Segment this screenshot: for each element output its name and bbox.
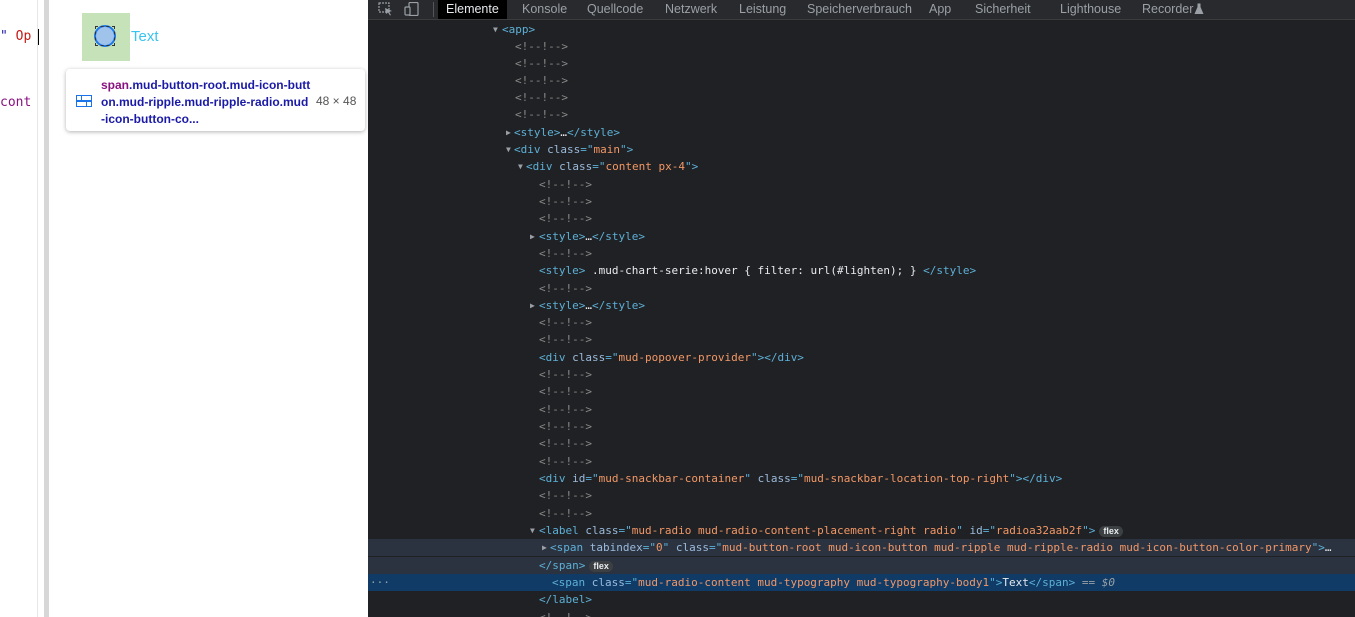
dom-node-content[interactable]: ▼ <div class="content px-4"> [368, 158, 1355, 175]
comment-text: <!--!--> [539, 385, 592, 398]
comment-text: <!--!--> [539, 455, 592, 468]
dom-comment[interactable]: <!--!--> [368, 38, 1355, 55]
toolbar-separator [433, 2, 434, 17]
tab-recorder[interactable]: Recorder [1142, 0, 1193, 19]
tab-netzwerk[interactable]: Netzwerk [665, 0, 717, 19]
comment-text: <!--!--> [539, 403, 592, 416]
experimental-flask-icon [1194, 3, 1204, 14]
dom-comment[interactable]: <!--!--> [368, 245, 1355, 262]
comment-text: <!--!--> [539, 420, 592, 433]
flex-badge[interactable]: flex [589, 560, 613, 572]
dom-node-label-close[interactable]: </label> [368, 591, 1355, 608]
inspect-tooltip: span.mud-button-root.mud-icon-button.mud… [66, 69, 365, 131]
comment-text: <!--!--> [539, 368, 592, 381]
dom-node-span-button[interactable]: ▶ <span tabindex="0" class="mud-button-r… [368, 539, 1355, 556]
dom-comment[interactable]: <!--!--> [368, 176, 1355, 193]
comment-text: <!--!--> [539, 247, 592, 260]
expand-triangle-icon[interactable]: ▼ [493, 21, 498, 38]
comment-text: <!--!--> [515, 57, 568, 70]
expand-triangle-icon[interactable]: ▼ [518, 158, 523, 175]
dom-comment[interactable]: <!--!--> [368, 331, 1355, 348]
dom-node-style[interactable]: ▶ <style>…</style> [368, 297, 1355, 314]
tab-konsole[interactable]: Konsole [522, 0, 567, 19]
more-options-icon[interactable]: ··· [370, 574, 390, 591]
radio-label[interactable]: Text [131, 28, 159, 45]
collapse-triangle-icon[interactable]: ▶ [530, 228, 535, 245]
comment-text: <!--!--> [539, 316, 592, 329]
dom-node-label[interactable]: ▼ <label class="mud-radio mud-radio-cont… [368, 522, 1355, 539]
comment-text: <!--!--> [539, 489, 592, 502]
comment-text: <!--!--> [515, 40, 568, 53]
dom-comment[interactable]: <!--!--> [368, 314, 1355, 331]
dom-comment[interactable]: <!--!--> [368, 487, 1355, 504]
dom-comment[interactable]: <!--!--> [368, 280, 1355, 297]
collapse-triangle-icon[interactable]: ▶ [506, 124, 511, 141]
dom-node-style[interactable]: ▶ <style>…</style> [368, 124, 1355, 141]
radio-focus-outline [95, 26, 115, 46]
dom-comment[interactable]: <!--!--> [368, 401, 1355, 418]
dom-node-span-close[interactable]: </span> flex [368, 557, 1355, 574]
comment-text: <!--!--> [515, 91, 568, 104]
dom-comment[interactable]: <!--!--> [368, 435, 1355, 452]
comment-text: <!--!--> [539, 609, 592, 617]
collapse-triangle-icon[interactable]: ▶ [530, 297, 535, 314]
comment-text: <!--!--> [539, 212, 592, 225]
dom-node-popover-provider[interactable]: <div class="mud-popover-provider"></div> [368, 349, 1355, 366]
tab-elemente[interactable]: Elemente [438, 0, 507, 19]
comment-text: <!--!--> [539, 437, 592, 450]
dom-comment[interactable]: <!--!--> [368, 505, 1355, 522]
collapse-triangle-icon[interactable]: ▶ [542, 539, 547, 556]
device-toolbar-icon[interactable] [404, 2, 420, 16]
comment-text: <!--!--> [539, 507, 592, 520]
dom-node-style-inline[interactable]: <style> .mud-chart-serie:hover { filter:… [368, 262, 1355, 279]
dom-comment[interactable]: <!--!--> [368, 418, 1355, 435]
dom-comment[interactable]: <!--!--> [368, 89, 1355, 106]
dom-comment[interactable]: <!--!--> [368, 383, 1355, 400]
expand-triangle-icon[interactable]: ▼ [530, 522, 535, 539]
panel-splitter[interactable] [44, 0, 49, 617]
dom-comment[interactable]: <!--!--> [368, 106, 1355, 123]
tab-leistung[interactable]: Leistung [739, 0, 786, 19]
devtools-panel: Elemente Konsole Quellcode Netzwerk Leis… [368, 0, 1355, 617]
comment-text: <!--!--> [539, 195, 592, 208]
dom-comment[interactable]: <!--!--> [368, 366, 1355, 383]
tooltip-selector: span.mud-button-root.mud-icon-button.mud… [101, 78, 311, 126]
dom-comment[interactable]: <!--!--> [368, 210, 1355, 227]
dom-node-snackbar[interactable]: <div id="mud-snackbar-container" class="… [368, 470, 1355, 487]
page-preview: " Op cont Text span.mud-button-root.mud-… [0, 0, 368, 617]
dom-comment[interactable]: <!--!--> [368, 453, 1355, 470]
devtools-toolbar: Elemente Konsole Quellcode Netzwerk Leis… [368, 0, 1355, 20]
dom-node-style[interactable]: ▶ <style>…</style> [368, 228, 1355, 245]
comment-text: <!--!--> [539, 282, 592, 295]
dom-node-span-content-selected[interactable]: ··· <span class="mud-radio-content mud-t… [368, 574, 1355, 591]
dom-comment[interactable]: <!--!--> [368, 609, 1355, 617]
tab-quellcode[interactable]: Quellcode [587, 0, 643, 19]
dom-tag: <app> [502, 23, 536, 36]
flex-badge[interactable]: flex [1099, 525, 1123, 537]
dom-tree: ▼ <app> <!--!--> <!--!--> <!--!--> <!--!… [368, 20, 1355, 617]
tab-app[interactable]: App [929, 0, 951, 19]
comment-text: <!--!--> [539, 178, 592, 191]
expand-triangle-icon[interactable]: ▼ [506, 141, 511, 158]
tab-speicherverbrauch[interactable]: Speicherverbrauch [807, 0, 912, 19]
dom-node-main[interactable]: ▼ <div class="main"> [368, 141, 1355, 158]
editor-divider [37, 0, 38, 617]
code-line-2: cont [0, 95, 32, 110]
tab-sicherheit[interactable]: Sicherheit [975, 0, 1031, 19]
inspect-element-icon[interactable] [378, 2, 394, 16]
dom-comment[interactable]: <!--!--> [368, 193, 1355, 210]
dom-comment[interactable]: <!--!--> [368, 55, 1355, 72]
tooltip-size: 48 × 48 [316, 94, 357, 108]
dom-node-app[interactable]: ▼ <app> [368, 21, 1355, 38]
tab-lighthouse[interactable]: Lighthouse [1060, 0, 1121, 19]
comment-text: <!--!--> [515, 108, 568, 121]
comment-text: <!--!--> [539, 333, 592, 346]
comment-text: <!--!--> [515, 74, 568, 87]
dom-comment[interactable]: <!--!--> [368, 72, 1355, 89]
text-caret [38, 29, 39, 45]
code-line-1: " Op [0, 29, 32, 44]
flex-layout-icon [76, 95, 92, 107]
